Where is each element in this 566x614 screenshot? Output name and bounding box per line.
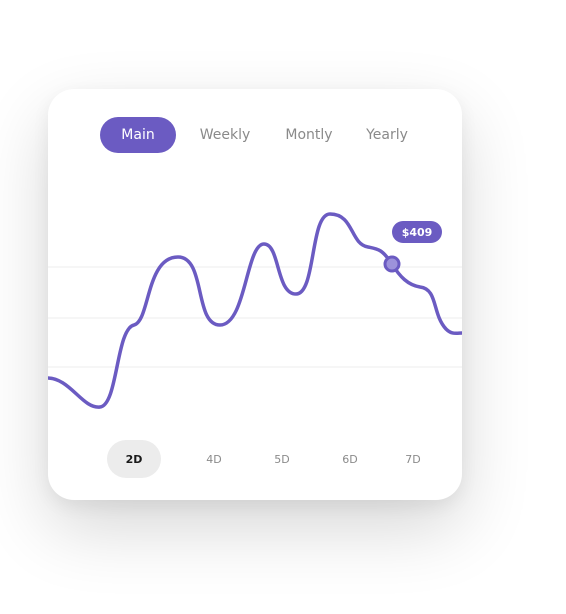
- chart-card: Main Weekly Montly Yearly $409 2D 4D 5D …: [48, 89, 462, 500]
- price-line: [48, 212, 462, 409]
- period-2d[interactable]: 2D: [107, 440, 161, 478]
- period-7d[interactable]: 7D: [393, 440, 433, 478]
- period-4d[interactable]: 4D: [194, 440, 234, 478]
- period-5d[interactable]: 5D: [262, 440, 302, 478]
- line-chart: [48, 212, 462, 409]
- chart-marker: [383, 255, 401, 273]
- price-tooltip: $409: [392, 221, 442, 243]
- period-6d[interactable]: 6D: [330, 440, 370, 478]
